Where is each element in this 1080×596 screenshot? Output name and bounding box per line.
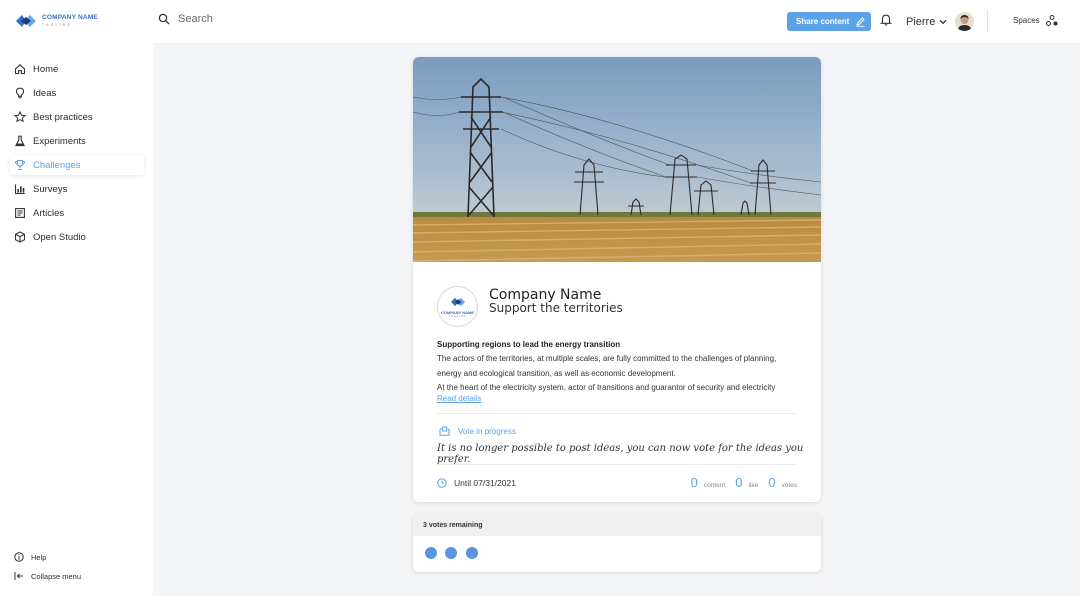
description-line: energy and ecological transition, as wel… bbox=[437, 369, 676, 378]
sidebar-item-label: Articles bbox=[33, 207, 65, 219]
company-logo[interactable]: COMPANY NAME TAGLINE bbox=[14, 11, 98, 31]
sidebar-item-articles[interactable]: Articles bbox=[10, 203, 144, 223]
collapse-menu-label: Collapse menu bbox=[31, 571, 82, 581]
deadline: Until 07/31/2021 bbox=[437, 478, 516, 488]
sidebar-item-label: Open Studio bbox=[33, 231, 86, 243]
challenge-card: COMPANY NAME TAGLINE Company Name Suppor… bbox=[413, 57, 821, 502]
avatar-image bbox=[955, 12, 975, 31]
sidebar-item-best-practices[interactable]: Best practices bbox=[10, 107, 144, 127]
challenge-title: Support the territories bbox=[489, 301, 623, 315]
stat-label: votes bbox=[781, 482, 797, 489]
logo-mark-icon bbox=[16, 15, 36, 27]
deadline-prefix: Until bbox=[454, 478, 472, 488]
sidebar-item-home[interactable]: Home bbox=[10, 59, 144, 79]
search-icon bbox=[158, 13, 170, 25]
lightbulb-icon bbox=[14, 87, 26, 99]
stat-like: 0 like bbox=[735, 474, 758, 492]
vote-icon bbox=[439, 426, 450, 436]
sidebar-item-label: Best practices bbox=[33, 111, 93, 123]
article-icon bbox=[14, 207, 26, 219]
sidebar-item-label: Surveys bbox=[33, 183, 68, 195]
description-line: The actors of the territories, at multip… bbox=[437, 354, 777, 363]
divider bbox=[437, 413, 797, 414]
chevron-down-icon bbox=[939, 19, 947, 24]
share-content-label: Share content bbox=[796, 17, 850, 26]
sidebar-item-challenges[interactable]: Challenges bbox=[10, 155, 144, 175]
logo-tagline: TAGLINE bbox=[42, 22, 73, 27]
phase-status: Vote in progress bbox=[439, 426, 516, 436]
stat-value: 0 bbox=[735, 475, 743, 490]
logo-name: COMPANY NAME bbox=[42, 14, 98, 21]
vote-token bbox=[425, 547, 437, 559]
vote-token bbox=[445, 547, 457, 559]
bell-icon bbox=[879, 14, 893, 26]
description-title: Supporting regions to lead the energy tr… bbox=[437, 340, 621, 349]
sidebar-item-ideas[interactable]: Ideas bbox=[10, 83, 144, 103]
sidebar-item-label: Ideas bbox=[33, 87, 57, 99]
challenge-stats: 0 content 0 like 0 votes bbox=[691, 474, 797, 492]
spaces-icon bbox=[1045, 15, 1058, 26]
deadline-date: 07/31/2021 bbox=[473, 478, 516, 488]
stat-votes: 0 votes bbox=[768, 474, 797, 492]
header-divider bbox=[987, 10, 988, 32]
cube-icon bbox=[14, 231, 26, 243]
sidebar-item-label: Experiments bbox=[33, 135, 86, 147]
sidebar-item-label: Home bbox=[33, 63, 59, 75]
org-logo: COMPANY NAME TAGLINE bbox=[437, 286, 478, 327]
user-name: Pierre bbox=[906, 15, 936, 28]
star-icon bbox=[14, 111, 26, 123]
votes-remaining-card: 3 votes remaining bbox=[413, 514, 821, 572]
collapse-arrow-icon bbox=[14, 572, 23, 580]
search-input[interactable] bbox=[178, 13, 378, 25]
divider bbox=[437, 464, 797, 465]
sidebar-item-label: Challenges bbox=[33, 159, 81, 171]
phase-note: It is no longer possible to post ideas, … bbox=[437, 443, 804, 465]
help-icon bbox=[14, 552, 24, 562]
stat-content: 0 content bbox=[691, 474, 726, 492]
org-logo-mark-icon bbox=[450, 297, 465, 307]
read-details-link[interactable]: Read details bbox=[437, 394, 481, 403]
sidebar-item-surveys[interactable]: Surveys bbox=[10, 179, 144, 199]
stat-value: 0 bbox=[768, 475, 776, 490]
stat-value: 0 bbox=[690, 475, 698, 490]
bar-chart-icon bbox=[14, 183, 26, 195]
spaces-label: Spaces bbox=[1013, 16, 1040, 25]
sidebar-item-experiments[interactable]: Experiments bbox=[10, 131, 144, 151]
collapse-menu-button[interactable]: Collapse menu bbox=[14, 571, 81, 581]
votes-remaining-label: 3 votes remaining bbox=[413, 514, 821, 536]
top-bar: COMPANY NAME TAGLINE Share content Pierr… bbox=[0, 0, 1080, 43]
avatar[interactable] bbox=[955, 12, 975, 31]
flask-icon bbox=[14, 135, 26, 147]
pencil-icon bbox=[856, 17, 866, 27]
stat-label: content bbox=[703, 482, 726, 489]
clock-icon bbox=[437, 478, 447, 488]
sidebar: Home Ideas Best practices Experiments Ch… bbox=[0, 43, 153, 596]
help-label: Help bbox=[31, 552, 47, 562]
user-menu[interactable]: Pierre bbox=[906, 12, 975, 31]
phase-label: Vote in progress bbox=[458, 426, 516, 436]
notifications-button[interactable] bbox=[879, 13, 893, 31]
home-icon bbox=[14, 63, 26, 75]
share-content-button[interactable]: Share content bbox=[787, 12, 871, 31]
org-logo-tagline: TAGLINE bbox=[448, 315, 467, 318]
challenge-banner-image bbox=[413, 57, 821, 262]
description-line: At the heart of the electricity system, … bbox=[437, 383, 776, 392]
stat-label: like bbox=[748, 482, 759, 489]
sidebar-item-open-studio[interactable]: Open Studio bbox=[10, 227, 144, 247]
search-bar[interactable] bbox=[158, 13, 378, 25]
vote-token bbox=[466, 547, 478, 559]
spaces-button[interactable]: Spaces bbox=[1013, 15, 1058, 26]
help-link[interactable]: Help bbox=[14, 552, 46, 562]
trophy-icon bbox=[14, 159, 26, 171]
